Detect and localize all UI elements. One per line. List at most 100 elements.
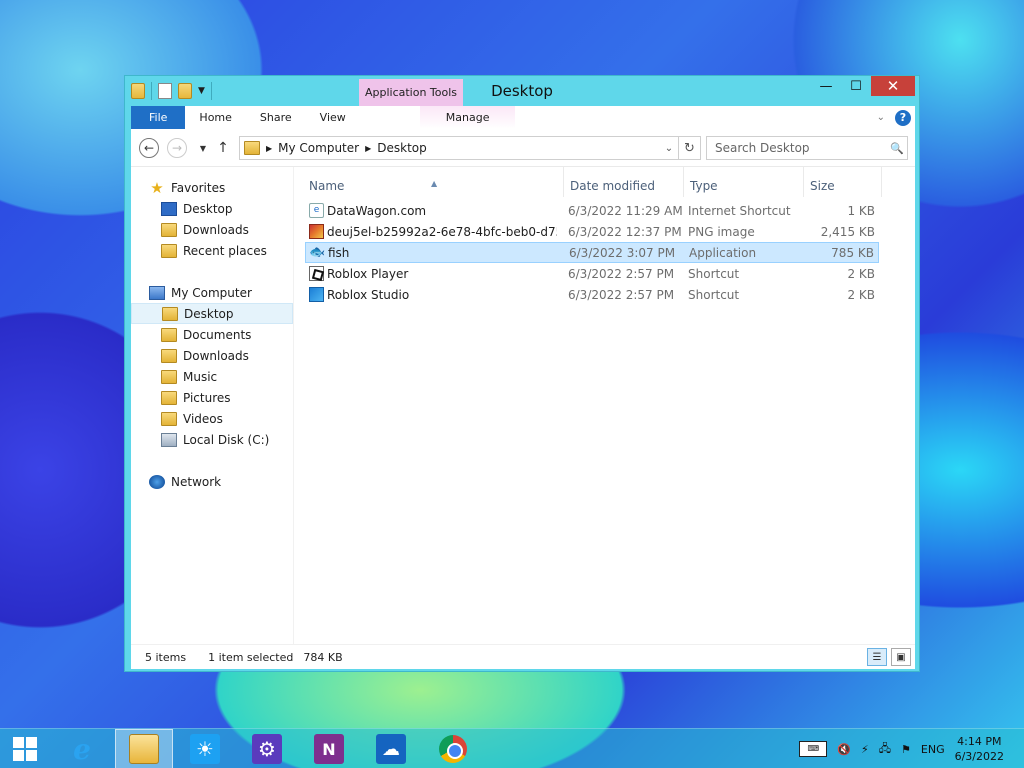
computer-icon	[149, 285, 165, 300]
desktop-folder-icon	[162, 306, 178, 321]
file-name: Roblox Studio	[327, 287, 410, 302]
network-icon	[149, 474, 165, 489]
file-row[interactable]: Roblox Studio 6/3/2022 2:57 PM Shortcut …	[305, 284, 879, 305]
minimize-button[interactable]: —	[811, 76, 841, 96]
tab-view[interactable]: View	[306, 106, 360, 129]
file-row-selected[interactable]: 🐟 fish 6/3/2022 3:07 PM Application 785 …	[305, 242, 879, 263]
windows-logo-icon	[13, 737, 37, 761]
onenote-icon: N	[314, 734, 344, 764]
nav-computer-downloads[interactable]: Downloads	[131, 345, 293, 366]
help-icon[interactable]: ?	[895, 109, 911, 126]
address-dropdown-icon[interactable]: ⌄	[660, 143, 678, 154]
back-arrow-icon: ←	[143, 141, 155, 155]
touch-keyboard-icon[interactable]: ⌨	[799, 741, 828, 757]
breadcrumb-my-computer[interactable]: My Computer	[278, 141, 359, 155]
file-type: Internet Shortcut	[688, 203, 791, 218]
forward-button[interactable]: →	[167, 138, 187, 158]
tab-home[interactable]: Home	[185, 106, 245, 129]
column-divider[interactable]	[881, 167, 882, 197]
nav-favorites[interactable]: ★ Favorites	[131, 177, 293, 198]
view-switcher: ☰ ▣	[867, 648, 915, 666]
breadcrumb-desktop[interactable]: Desktop	[377, 141, 427, 155]
close-button[interactable]: ✕	[871, 76, 915, 96]
nav-computer-videos[interactable]: Videos	[131, 408, 293, 429]
action-center-icon[interactable]: ⚑	[901, 743, 911, 756]
expand-ribbon-icon[interactable]: ⌄	[877, 112, 885, 123]
back-button[interactable]: ←	[139, 138, 159, 158]
search-input[interactable]: Search Desktop 🔍	[706, 136, 908, 160]
large-icons-view-icon[interactable]: ▣	[891, 648, 911, 666]
taskbar-onedrive[interactable]: ☁	[376, 729, 406, 768]
nav-computer-desktop[interactable]: Desktop	[131, 303, 293, 324]
volume-muted-icon[interactable]: 🔇	[837, 743, 851, 756]
file-size: 2 KB	[847, 266, 875, 281]
sort-ascending-icon: ▲	[431, 179, 438, 188]
column-date[interactable]: Date modified	[570, 179, 655, 193]
file-size: 785 KB	[831, 245, 874, 260]
pane-splitter[interactable]	[293, 167, 294, 644]
network-status-icon[interactable]: 🖧	[879, 740, 891, 759]
tab-manage[interactable]: Manage	[419, 106, 516, 129]
refresh-button[interactable]: ↻	[679, 136, 701, 160]
taskbar-settings[interactable]: ⚙	[252, 729, 282, 768]
column-divider[interactable]	[563, 167, 564, 197]
nav-computer-music[interactable]: Music	[131, 366, 293, 387]
taskbar-file-explorer[interactable]	[115, 729, 173, 768]
nav-my-computer[interactable]: My Computer	[131, 282, 293, 303]
up-arrow-icon: ↑	[217, 140, 229, 156]
onedrive-icon: ☁	[376, 734, 406, 764]
title-bar[interactable]: ▼ Application Tools Desktop — ☐ ✕	[125, 76, 919, 107]
clock-time: 4:14 PM	[957, 735, 1002, 748]
column-type[interactable]: Type	[690, 179, 718, 193]
chrome-icon	[439, 735, 467, 763]
nav-my-computer-label: My Computer	[171, 285, 252, 300]
address-bar[interactable]: ▶ My Computer ▶ Desktop ⌄	[239, 136, 679, 160]
recent-locations-button[interactable]: ▼	[193, 138, 213, 158]
taskbar-onenote[interactable]: N	[314, 729, 344, 768]
breadcrumb-separator-icon: ▶	[266, 143, 273, 153]
maximize-button[interactable]: ☐	[841, 76, 871, 96]
explorer-body: ★ Favorites Desktop Downloads Recent pla…	[131, 167, 915, 644]
navigation-bar: ← → ▼ ↑ ▶ My Computer ▶ Desktop ⌄ ↻ Sear…	[131, 129, 915, 167]
clock-date: 6/3/2022	[954, 750, 1004, 763]
start-button[interactable]	[10, 729, 40, 768]
music-folder-icon	[161, 369, 177, 384]
power-icon[interactable]: ⚡	[861, 743, 869, 756]
file-row[interactable]: Roblox Player 6/3/2022 2:57 PM Shortcut …	[305, 263, 879, 284]
column-size[interactable]: Size	[810, 179, 835, 193]
tab-share[interactable]: Share	[246, 106, 306, 129]
nav-favorites-recent-places[interactable]: Recent places	[131, 240, 293, 261]
file-row[interactable]: e DataWagon.com 6/3/2022 11:29 AM Intern…	[305, 200, 879, 221]
file-name: deuj5el-b25992a2-6e78-4bfc-beb0-d758e...	[327, 224, 557, 239]
search-icon[interactable]: 🔍	[887, 142, 907, 155]
taskbar-internet-explorer[interactable]: e	[64, 729, 100, 768]
clock[interactable]: 4:14 PM 6/3/2022	[955, 734, 1004, 764]
file-size: 1 KB	[847, 203, 875, 218]
column-divider[interactable]	[803, 167, 804, 197]
nav-computer-pictures[interactable]: Pictures	[131, 387, 293, 408]
column-divider[interactable]	[683, 167, 684, 197]
nav-item-label: Videos	[183, 411, 223, 426]
nav-computer-local-disk[interactable]: Local Disk (C:)	[131, 429, 293, 450]
nav-item-label: Desktop	[183, 201, 233, 216]
column-name[interactable]: Name	[309, 179, 344, 193]
details-view-icon[interactable]: ☰	[867, 648, 887, 666]
file-date: 6/3/2022 2:57 PM	[568, 266, 675, 281]
nav-network[interactable]: Network	[131, 471, 293, 492]
language-indicator[interactable]: ENG	[921, 743, 945, 756]
file-row[interactable]: deuj5el-b25992a2-6e78-4bfc-beb0-d758e...…	[305, 221, 879, 242]
pictures-folder-icon	[161, 390, 177, 405]
up-button[interactable]: ↑	[213, 138, 233, 158]
taskbar-chrome[interactable]	[438, 729, 468, 768]
tab-file[interactable]: File	[131, 106, 186, 129]
nav-favorites-downloads[interactable]: Downloads	[131, 219, 293, 240]
nav-favorites-desktop[interactable]: Desktop	[131, 198, 293, 219]
drive-icon	[161, 432, 177, 447]
taskbar: e ☀ ⚙ N ☁ ⌨ 🔇 ⚡ 🖧 ⚑ ENG 4:14 PM 6/3/2022	[0, 728, 1024, 768]
item-count: 5 items	[145, 650, 187, 664]
downloads-folder-icon	[161, 222, 177, 237]
nav-item-label: Downloads	[183, 222, 249, 237]
nav-computer-documents[interactable]: Documents	[131, 324, 293, 345]
taskbar-weather[interactable]: ☀	[190, 729, 220, 768]
file-type: Shortcut	[688, 287, 740, 302]
